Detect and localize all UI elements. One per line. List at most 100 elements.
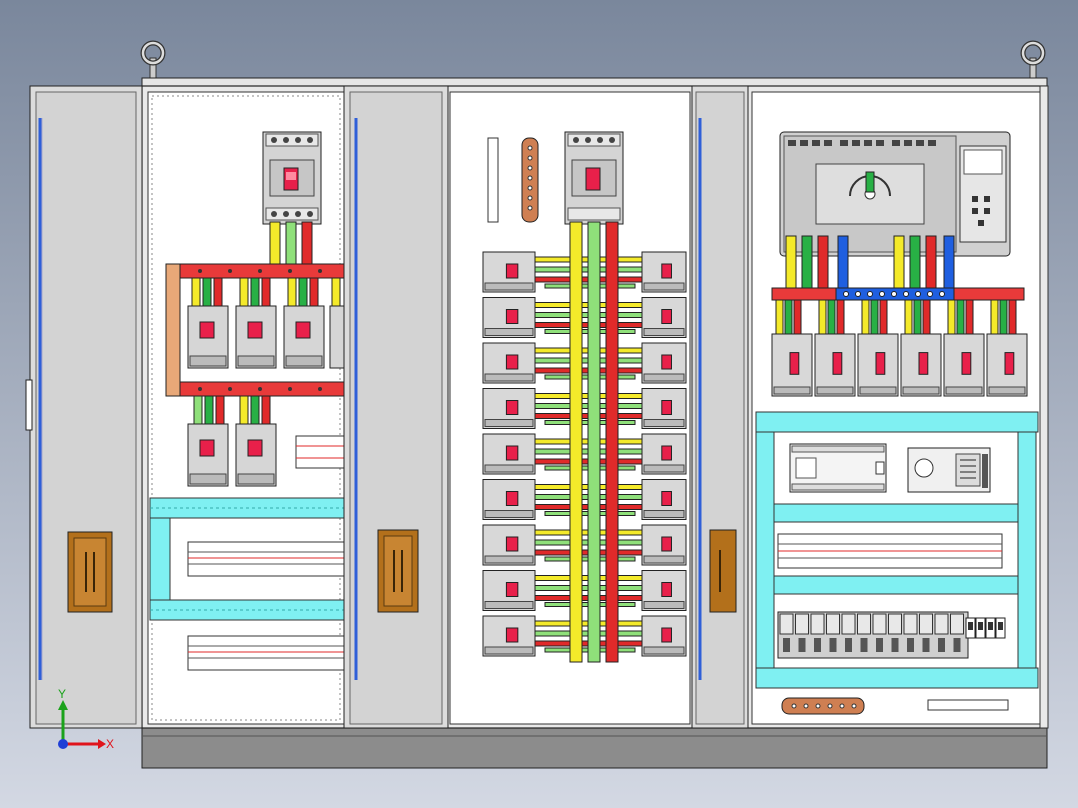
dropper-a <box>947 299 956 337</box>
relay-socket <box>938 638 945 652</box>
breaker-handle <box>661 536 672 552</box>
breaker-handle <box>505 263 519 279</box>
right-horizontal-busbar <box>771 287 1025 301</box>
dropper-a <box>990 299 999 337</box>
breaker-terminals <box>643 282 685 291</box>
power-supply-unit <box>907 447 991 493</box>
breaker-terminals <box>484 646 534 655</box>
dropper-c <box>1008 299 1017 337</box>
breaker-terminals <box>484 328 534 336</box>
relay-socket <box>860 638 868 652</box>
relay <box>810 613 825 635</box>
copper-bar-vertical <box>521 137 539 223</box>
breaker-terminals <box>643 555 685 564</box>
dropper-a <box>861 299 870 337</box>
breaker-terminals <box>643 646 685 655</box>
breaker-handle <box>505 400 519 415</box>
breaker-handle <box>505 536 519 552</box>
breaker-handle <box>505 309 519 324</box>
breaker-terminals <box>643 464 685 473</box>
bottom-terminal-strip <box>927 699 1009 711</box>
triad-x-label: X <box>106 737 114 751</box>
breaker-handle <box>505 627 519 643</box>
relay <box>934 613 949 635</box>
center-vertical-busbars <box>569 221 619 663</box>
relay <box>779 613 794 635</box>
fuse-cap <box>988 622 993 630</box>
breaker-terminals <box>988 386 1026 395</box>
left-terminal-strip-small <box>295 435 345 469</box>
relay <box>857 613 871 635</box>
left-terminal-rail-2 <box>187 635 345 671</box>
dropper-c <box>965 299 974 337</box>
breaker-terminals <box>643 419 685 427</box>
center-terminal-column <box>487 137 499 223</box>
relay <box>841 613 856 635</box>
dropper-a <box>775 299 784 337</box>
cabinet-plinth <box>141 727 1048 769</box>
breaker-terminals <box>484 510 534 518</box>
dropper-c <box>879 299 888 337</box>
dropper-b <box>870 299 879 337</box>
breaker-terminals <box>484 464 534 473</box>
breaker-handle <box>961 352 972 375</box>
breaker-terminals <box>643 510 685 518</box>
breaker-terminals <box>816 386 854 395</box>
relay-socket <box>829 638 837 652</box>
breaker-terminals <box>773 386 811 395</box>
fuse-cap <box>968 622 973 630</box>
dropper-a <box>818 299 827 337</box>
breaker-handle <box>505 582 519 597</box>
breaker-terminals <box>945 386 983 395</box>
breaker-handle <box>661 445 672 461</box>
relay-socket <box>783 638 790 652</box>
relay <box>950 613 964 635</box>
relay-socket <box>814 638 821 652</box>
breaker-handle <box>661 491 672 506</box>
main-breaker-center <box>564 131 624 225</box>
relay <box>888 613 902 635</box>
dropper-b <box>956 299 965 337</box>
relay-socket <box>953 638 961 652</box>
dropper-b <box>999 299 1008 337</box>
breaker-terminals <box>902 386 940 395</box>
door-handle <box>709 529 737 613</box>
breaker-handle <box>505 354 519 370</box>
relay-socket <box>891 638 899 652</box>
breaker-handle <box>505 491 519 506</box>
breaker-handle <box>661 582 672 597</box>
breaker-handle <box>661 400 672 415</box>
electrical-cabinet-drawing: X Y <box>0 0 1078 808</box>
left-open-door <box>25 85 143 729</box>
fuse-cap <box>998 622 1003 630</box>
relay <box>919 613 933 635</box>
relay-socket <box>922 638 930 652</box>
breaker-terminals <box>484 555 534 564</box>
dropper-c <box>836 299 845 337</box>
breaker-handle <box>661 354 672 370</box>
breaker-terminals <box>859 386 897 395</box>
breaker-handle <box>505 445 519 461</box>
dropper-a <box>904 299 913 337</box>
right-terminal-rail <box>777 533 1003 569</box>
fuse-cap <box>978 622 983 630</box>
relay <box>903 613 918 635</box>
breaker-handle <box>789 352 800 375</box>
relay-socket <box>907 638 914 652</box>
breaker-terminals <box>484 601 534 609</box>
breaker-terminals <box>484 282 534 291</box>
breaker-handle <box>661 263 672 279</box>
copper-bar-horizontal <box>781 697 865 715</box>
plc-module <box>789 443 887 493</box>
dropper-b <box>784 299 793 337</box>
breaker-terminals <box>484 373 534 382</box>
relay-socket <box>798 638 806 652</box>
left-terminal-rail-1 <box>187 541 345 577</box>
dropper-b <box>913 299 922 337</box>
breaker-handle <box>875 352 886 375</box>
relay <box>826 613 840 635</box>
breaker-terminals <box>643 328 685 336</box>
breaker-handle <box>661 627 672 643</box>
relay <box>872 613 887 635</box>
breaker-handle <box>918 352 929 375</box>
